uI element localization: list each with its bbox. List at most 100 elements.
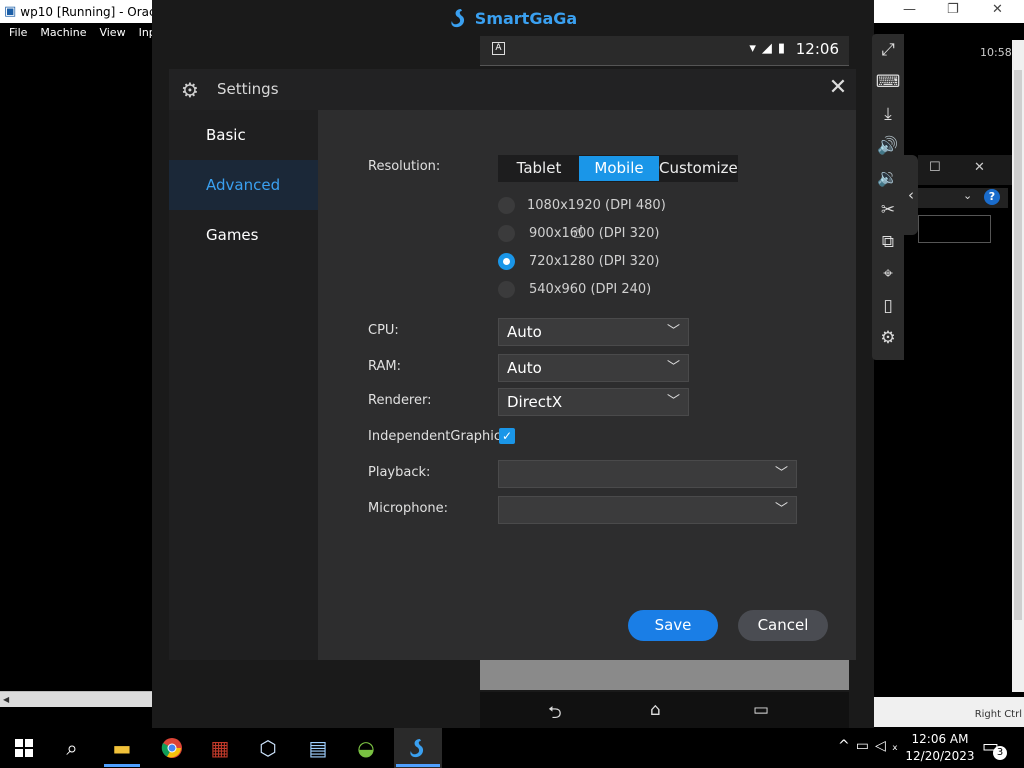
resolution-option[interactable]: 1080x1920 (DPI 480)	[498, 195, 666, 215]
settings-gear-icon[interactable]: ⚙	[872, 324, 904, 352]
chevron-down-icon: ﹀	[774, 502, 788, 517]
renderer-select[interactable]: DirectX ﹀	[498, 388, 689, 416]
keyboard-icon[interactable]: ⌨	[872, 68, 904, 96]
back-icon[interactable]: ⮌	[548, 700, 562, 729]
android-clock: 12:06	[795, 40, 839, 58]
smartgaga-brand: SmartGaGa	[474, 8, 578, 28]
tab-customize[interactable]: Customize	[659, 156, 738, 181]
home-icon[interactable]: ⌂	[650, 700, 661, 720]
cancel-button[interactable]: Cancel	[738, 610, 828, 641]
restore-icon[interactable]: ❐	[947, 2, 959, 17]
smartgaga-header: SmartGaGa	[152, 0, 874, 36]
chevron-down-icon[interactable]: ⌄	[963, 189, 972, 202]
search-icon[interactable]: ⌕	[52, 734, 92, 762]
running-indicator	[104, 764, 140, 767]
settings-title: Settings	[217, 80, 279, 98]
cpuz-icon[interactable]: ▤	[298, 734, 338, 762]
install-apk-icon[interactable]: ⤓	[872, 100, 904, 128]
taskbar-clock[interactable]: 12:06 AM 12/20/2023	[905, 731, 975, 765]
background-window-titlebar: — ❐ ✕	[873, 0, 1024, 23]
ram-select[interactable]: Auto ﹀	[498, 354, 689, 382]
tab-mobile[interactable]: Mobile	[579, 156, 659, 181]
playback-label: Playback:	[368, 465, 431, 480]
resolution-option[interactable]: 540x960 (DPI 240)	[498, 279, 651, 299]
notification-count-badge: 3	[993, 746, 1007, 760]
menu-file[interactable]: File	[9, 26, 27, 39]
nav-advanced[interactable]: Advanced	[169, 160, 318, 210]
clock-date: 12/20/2023	[905, 749, 975, 763]
settings-gear-icon: ⚙	[181, 78, 199, 102]
independent-graphics-label: IndependentGraphics:	[368, 429, 513, 444]
fullscreen-icon[interactable]: ⤢	[872, 36, 904, 64]
chrome-icon[interactable]	[152, 734, 192, 762]
renderer-select-value: DirectX	[507, 393, 563, 411]
windows-start-icon[interactable]	[4, 734, 44, 762]
smartgaga-swan-icon	[451, 9, 464, 28]
help-icon[interactable]: ?	[984, 189, 1000, 205]
resolution-mode-tabs: Tablet Mobile Customize	[498, 155, 738, 182]
resolution-option-label: 900x1600 (DPI 320)	[529, 225, 660, 241]
android-navigation-bar: ⮌ ⌂ ▭	[480, 692, 849, 728]
smartgaga-taskbar-icon[interactable]	[398, 734, 438, 762]
radio-button[interactable]	[498, 196, 515, 214]
wifi-signal-battery-icon: ▾◢▮	[749, 41, 791, 56]
file-explorer-icon[interactable]: ▬	[102, 734, 142, 762]
nav-basic[interactable]: Basic	[169, 110, 318, 160]
shake-icon[interactable]: ▯	[872, 292, 904, 320]
cpu-select-value: Auto	[507, 323, 542, 341]
clock-time: 12:06 AM	[911, 732, 969, 746]
running-indicator	[396, 764, 440, 767]
playback-select[interactable]: ﹀	[498, 460, 797, 488]
nav-games[interactable]: Games	[169, 210, 318, 260]
tab-tablet[interactable]: Tablet	[499, 156, 579, 181]
notification-a-icon: A	[492, 42, 505, 55]
hand-cursor-icon: ☝	[573, 222, 584, 243]
cpu-select[interactable]: Auto ﹀	[498, 318, 689, 346]
chevron-down-icon: ﹀	[666, 324, 680, 339]
close-dialog-icon[interactable]: ✕	[826, 76, 850, 100]
collapse-toolbar-chevron-icon[interactable]: ‹	[904, 155, 918, 235]
screenshot-scissors-icon[interactable]: ✂	[872, 196, 904, 224]
winrar-icon[interactable]: ▦	[200, 734, 240, 762]
virtualbox-taskbar-icon[interactable]: ⬡	[248, 734, 288, 762]
recents-icon[interactable]: ▭	[753, 700, 769, 720]
radio-button-selected[interactable]	[498, 252, 515, 270]
renderer-label: Renderer:	[368, 393, 432, 408]
virtualbox-icon: ▣	[4, 4, 17, 19]
microphone-label: Microphone:	[368, 501, 449, 516]
scroll-left-icon[interactable]: ◀	[3, 695, 9, 704]
resolution-label: Resolution:	[368, 159, 441, 174]
menu-machine[interactable]: Machine	[40, 26, 86, 39]
radio-button[interactable]	[498, 224, 515, 242]
system-tray-icons[interactable]: ^▭◁ₓ	[838, 738, 904, 754]
vbox-horizontal-scrollbar[interactable]: ◀	[0, 691, 152, 707]
background-input[interactable]	[918, 215, 991, 243]
vbox-title-bar: ▣ wp10 [Running] - Oracle	[0, 0, 155, 23]
independent-graphics-checkbox[interactable]: ✓	[499, 428, 515, 444]
minimize-icon[interactable]: —	[903, 2, 916, 17]
microphone-select[interactable]: ﹀	[498, 496, 797, 524]
android-status-bar: A ▾◢▮ 12:06	[480, 36, 849, 66]
multi-instance-icon[interactable]: ⧉	[872, 228, 904, 256]
background-panel: ☐ ✕ ⌄	[918, 155, 1012, 250]
android-screen-bottom	[480, 660, 849, 690]
resolution-option-label: 720x1280 (DPI 320)	[529, 253, 660, 269]
settings-dialog-titlebar: ⚙ Settings	[169, 69, 856, 110]
resolution-option[interactable]: 720x1280 (DPI 320)	[498, 251, 660, 271]
close-icon[interactable]: ✕	[974, 160, 985, 175]
download-manager-icon[interactable]: ◒	[346, 734, 386, 762]
volume-up-icon[interactable]: 🔊	[872, 132, 904, 160]
ram-label: RAM:	[368, 359, 401, 374]
settings-nav: Basic Advanced Games	[169, 110, 318, 660]
location-icon[interactable]: ⌖	[872, 260, 904, 288]
volume-down-icon[interactable]: 🔉	[872, 164, 904, 192]
radio-button[interactable]	[498, 280, 515, 298]
save-button[interactable]: Save	[628, 610, 718, 641]
close-icon[interactable]: ✕	[992, 2, 1003, 17]
menu-view[interactable]: View	[99, 26, 125, 39]
background-vertical-scrollbar[interactable]	[1012, 40, 1024, 692]
background-statusbar: Right Ctrl	[873, 697, 1024, 727]
side-toolbar: ⤢ ⌨ ⤓ 🔊 🔉 ✂ ⧉ ⌖ ▯ ⚙	[872, 34, 904, 360]
settings-content-panel	[318, 110, 856, 660]
restore-icon[interactable]: ☐	[929, 160, 941, 175]
